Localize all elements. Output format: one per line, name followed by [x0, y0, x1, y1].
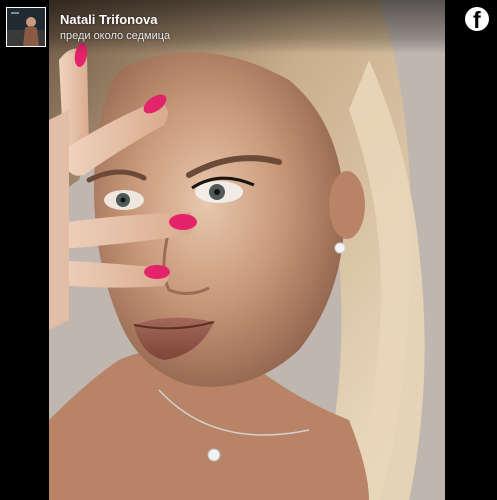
- facebook-f-glyph: f: [473, 7, 481, 31]
- author-name[interactable]: Natali Trifonova: [60, 12, 158, 27]
- post-photo[interactable]: [49, 0, 445, 500]
- post-timestamp[interactable]: преди около седмица: [60, 30, 170, 42]
- profile-avatar[interactable]: [6, 7, 46, 47]
- facebook-logo-icon[interactable]: f: [465, 7, 489, 31]
- avatar-image: [7, 8, 45, 46]
- facebook-embedded-post: Natali Trifonova преди около седмица f: [0, 0, 497, 500]
- portrait-image: [49, 0, 445, 500]
- post-header: Natali Trifonova преди около седмица f: [0, 0, 497, 54]
